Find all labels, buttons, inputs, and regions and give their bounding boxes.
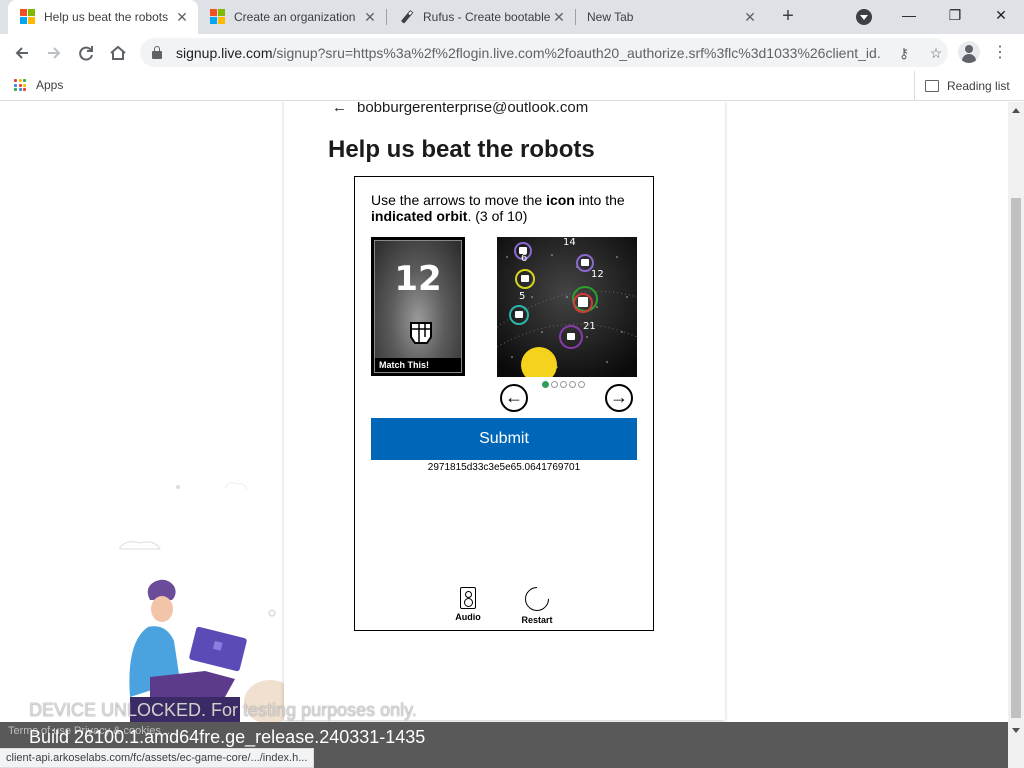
tab-create-an-organization[interactable]: Create an organization ✕ xyxy=(198,0,386,34)
forward-arrow-icon xyxy=(48,47,61,59)
profile-avatar[interactable] xyxy=(958,41,980,63)
reading-list-label: Reading list xyxy=(947,79,1010,93)
session-id: 2971815d33c3e5e65.0641769701 xyxy=(427,462,581,473)
scroll-down-icon[interactable] xyxy=(1012,728,1020,733)
apps-grid-icon xyxy=(14,79,26,91)
reload-button[interactable] xyxy=(72,39,100,67)
restart-icon xyxy=(520,582,554,616)
captcha-puzzle: Use the arrows to move the icon into the… xyxy=(354,176,654,631)
reload-icon xyxy=(79,46,93,61)
reading-list-icon xyxy=(925,80,939,92)
maximize-button[interactable]: ❐ xyxy=(932,0,978,30)
tab-help-us-beat-the-robots[interactable]: Help us beat the robots ✕ xyxy=(8,0,198,34)
address-bar[interactable]: signup.live.com/signup?sru=https%3a%2f%2… xyxy=(140,38,948,67)
account-email: bobburgerenterprise@outlook.com xyxy=(357,102,589,116)
device-unlocked-watermark: DEVICE UNLOCKED. For testing purposes on… xyxy=(29,700,417,720)
close-icon[interactable]: ✕ xyxy=(551,9,567,26)
orbit-number: 21 xyxy=(583,321,596,332)
apps-label: Apps xyxy=(36,78,64,92)
microsoft-logo-icon xyxy=(20,9,36,25)
tab-title: Create an organization xyxy=(234,10,356,24)
page-content: ← bobburgerenterprise@outlook.com Help u… xyxy=(0,102,1008,722)
lock-icon[interactable] xyxy=(152,45,162,59)
email-row[interactable]: ← bobburgerenterprise@outlook.com xyxy=(332,102,589,116)
minimize-button[interactable]: — xyxy=(886,0,932,30)
right-arrow-icon: → xyxy=(610,387,628,407)
back-arrow-icon xyxy=(15,47,28,59)
orbit-number: 14 xyxy=(563,237,576,248)
progress-dot xyxy=(542,381,549,388)
cube-cluster-icon xyxy=(410,322,432,344)
build-watermark: Build 26100.1.amd64fre.ge_release.240331… xyxy=(29,727,426,747)
page-title: Help us beat the robots xyxy=(328,136,595,163)
tab-new-tab[interactable]: New Tab ✕ xyxy=(576,0,766,34)
progress-dot xyxy=(569,381,576,388)
scroll-up-icon[interactable] xyxy=(1012,108,1020,113)
apps-shortcut[interactable]: Apps xyxy=(14,78,63,92)
status-bar-url: client-api.arkoselabs.com/fc/assets/ec-g… xyxy=(0,748,315,768)
bookmarks-bar: Apps Reading list xyxy=(0,71,1024,101)
usb-drive-icon xyxy=(399,9,415,25)
progress-dot xyxy=(551,381,558,388)
bookmark-star-icon[interactable]: ☆ xyxy=(926,43,946,63)
browser-toolbar: signup.live.com/signup?sru=https%3a%2f%2… xyxy=(0,34,1024,71)
progress-dot xyxy=(578,381,585,388)
match-this-label: Match This! xyxy=(375,358,461,372)
key-icon[interactable]: ⚷ xyxy=(894,43,914,63)
close-icon[interactable]: ✕ xyxy=(742,9,758,26)
microsoft-logo-icon xyxy=(210,9,226,25)
vertical-scrollbar[interactable] xyxy=(1008,102,1024,722)
close-icon[interactable]: ✕ xyxy=(362,9,378,26)
restart-label: Restart xyxy=(521,615,553,625)
scrollbar-bottom[interactable] xyxy=(1008,722,1024,768)
restart-button[interactable]: Restart xyxy=(507,582,567,625)
match-this-image: 12 Match This! xyxy=(371,237,465,376)
back-arrow-icon[interactable]: ← xyxy=(332,102,347,116)
forward-button[interactable] xyxy=(40,39,68,67)
close-icon[interactable]: ✕ xyxy=(174,9,190,26)
home-button[interactable] xyxy=(104,39,132,67)
puzzle-progress-dots xyxy=(542,381,585,388)
url-text[interactable]: signup.live.com/signup?sru=https%3a%2f%2… xyxy=(176,45,882,61)
tab-title: New Tab xyxy=(587,10,634,24)
close-window-button[interactable]: ✕ xyxy=(978,0,1024,30)
person-with-laptop-illustration xyxy=(119,482,284,722)
audio-label: Audio xyxy=(455,612,481,622)
submit-button[interactable]: Submit xyxy=(371,418,637,460)
puzzle-instruction: Use the arrows to move the icon into the… xyxy=(371,192,625,224)
tab-strip: Help us beat the robots ✕ Create an orga… xyxy=(0,0,1024,34)
orbit-number: 5 xyxy=(519,291,525,302)
orbit-number: 6 xyxy=(521,253,527,264)
reading-list-button[interactable]: Reading list xyxy=(914,71,1010,101)
tab-title: Rufus - Create bootable xyxy=(423,10,551,24)
home-icon xyxy=(110,45,126,60)
match-number: 12 xyxy=(394,259,442,299)
rotate-left-button[interactable]: ← xyxy=(500,384,528,412)
left-arrow-icon: ← xyxy=(505,387,523,407)
orbit-puzzle-image: 14 6 12 5 21 xyxy=(497,237,637,377)
new-tab-button[interactable]: + xyxy=(776,5,800,29)
tab-rufus[interactable]: Rufus - Create bootable ✕ xyxy=(387,0,575,34)
speaker-icon xyxy=(460,587,476,609)
rotate-right-button[interactable]: → xyxy=(605,384,633,412)
back-button[interactable] xyxy=(8,39,36,67)
tab-search-icon[interactable] xyxy=(856,9,872,25)
audio-button[interactable]: Audio xyxy=(438,587,498,622)
progress-dot xyxy=(560,381,567,388)
tab-title: Help us beat the robots xyxy=(44,10,169,24)
signup-card: ← bobburgerenterprise@outlook.com Help u… xyxy=(284,102,725,720)
orbit-number: 12 xyxy=(591,269,604,280)
more-menu-icon[interactable]: ⋮ xyxy=(990,39,1010,67)
scrollbar-thumb[interactable] xyxy=(1011,198,1021,718)
